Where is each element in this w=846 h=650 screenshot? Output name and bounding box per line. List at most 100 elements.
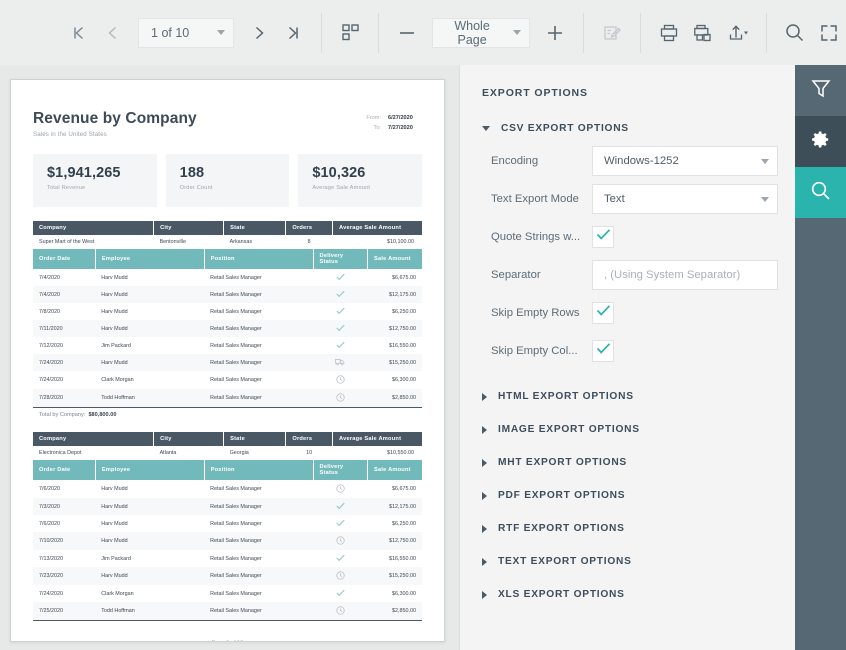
kpi-label: Order Count: [179, 185, 213, 191]
encoding-select[interactable]: Windows-1252: [592, 146, 778, 176]
print-page-button[interactable]: [686, 15, 720, 51]
delivered-check-icon: [336, 554, 345, 564]
kpi-label: Average Sale Amount: [312, 185, 371, 191]
side-tool-rail: [795, 65, 846, 650]
export-group-label: MHT EXPORT OPTIONS: [498, 457, 627, 468]
pending-clock-icon: [336, 374, 345, 386]
cell-order-date: 7/12/2020: [39, 342, 63, 349]
cell-order-date: 7/13/2020: [39, 555, 63, 562]
zoom-level-selector[interactable]: Whole Page: [432, 17, 531, 48]
search-panel-button[interactable]: [795, 167, 846, 218]
last-page-icon: [284, 24, 302, 42]
print-button[interactable]: [652, 15, 686, 51]
column-header: Orders: [285, 221, 333, 235]
table-row: 7/11/2020 Harv Mudd Retail Sales Manager $1…: [33, 320, 422, 337]
cell-sale-amount: $6,300.00: [392, 590, 416, 597]
cell-employee: Harv Mudd: [95, 498, 205, 515]
toolbar-divider: [640, 12, 642, 53]
zoom-out-button[interactable]: [390, 15, 424, 51]
previous-page-button[interactable]: [96, 15, 130, 51]
collapsed-export-group-header[interactable]: HTML EXPORT OPTIONS: [460, 380, 795, 413]
fullscreen-button[interactable]: [812, 15, 846, 51]
report-subtitle: Sales in the United States: [33, 131, 107, 138]
report-group-list: Company City State Orders Average Sale Amoun…: [33, 221, 422, 621]
separator-input[interactable]: , (Using System Separator): [592, 260, 778, 290]
collapsed-export-group-header[interactable]: IMAGE EXPORT OPTIONS: [460, 413, 795, 446]
encoding-value: Windows-1252: [604, 155, 679, 167]
column-header: State: [223, 221, 287, 235]
cell-employee: Harv Mudd: [95, 567, 205, 585]
fullscreen-icon: [819, 23, 839, 43]
zoom-in-button[interactable]: [538, 15, 572, 51]
collapsed-export-group-header[interactable]: RTF EXPORT OPTIONS: [460, 512, 795, 545]
cell-order-date: 7/4/2020: [39, 274, 60, 281]
cell-position: Retail Sales Manager: [210, 590, 262, 597]
export-options-panel: EXPORT OPTIONS CSV EXPORT OPTIONS Encodi…: [460, 65, 795, 650]
collapsed-export-group-header[interactable]: TEXT EXPORT OPTIONS: [460, 545, 795, 578]
cell-employee: Harv Mudd: [101, 520, 128, 527]
skip-empty-rows-checkbox[interactable]: [592, 302, 614, 324]
table-header-row: Order Date Employee Position Delivery Statu…: [33, 249, 422, 269]
separator-row: Separator , (Using System Separator): [460, 256, 795, 294]
cell-delivery-status: [313, 269, 367, 286]
column-header: Delivery Status: [313, 249, 369, 269]
cell-position: Retail Sales Manager: [204, 532, 314, 550]
collapsed-export-group-header[interactable]: MHT EXPORT OPTIONS: [460, 446, 795, 479]
group-total: Total by Company: $80,800.00: [39, 412, 117, 418]
table-row: 7/8/2020 Harv Mudd Retail Sales Manager $6,…: [33, 303, 422, 320]
report-date-range: From: 6/27/2020 To: 7/27/2020: [366, 110, 422, 133]
filter-panel-button[interactable]: [795, 65, 846, 116]
kpi-value: $10,326: [312, 165, 366, 181]
cell-delivery-status: [313, 532, 368, 550]
page-number-selector[interactable]: 1 of 10: [138, 17, 235, 48]
cell-delivery-status: [313, 515, 367, 532]
cell-sale-amount: $15,250.00: [367, 567, 422, 585]
quote-strings-checkbox[interactable]: [592, 226, 614, 248]
export-group-label: IMAGE EXPORT OPTIONS: [498, 424, 640, 435]
next-page-button[interactable]: [242, 15, 276, 51]
text-export-mode-value: Text: [604, 193, 625, 205]
table-row: Electronica Depot Atlanta Georgia 10 $10,550…: [33, 446, 422, 460]
cell-sale-amount: $16,550.00: [389, 555, 416, 562]
export-button[interactable]: [720, 15, 754, 51]
cell-sale-amount: $12,750.00: [367, 320, 422, 337]
settings-panel-button[interactable]: [795, 116, 846, 167]
cell-employee: Harv Mudd: [101, 486, 128, 492]
multipage-view-button[interactable]: [333, 15, 367, 51]
column-header: Employee: [95, 460, 205, 480]
table-row: Super Mart of the West Bentonville Arkansa…: [33, 235, 422, 249]
cell-employee: Harv Mudd: [95, 320, 205, 337]
check-icon: [596, 304, 611, 322]
text-export-mode-label: Text Export Mode: [491, 193, 579, 205]
document-scroll-area[interactable]: Revenue by Company Sales in the United S…: [0, 65, 460, 650]
cell-order-date: 7/6/2020: [39, 486, 60, 492]
kpi-value: 188: [179, 165, 205, 181]
toolbar-divider: [582, 12, 584, 53]
text-export-mode-select[interactable]: Text: [592, 184, 778, 214]
toolbar-divider: [321, 12, 323, 53]
filter-icon: [810, 77, 832, 104]
cell-order-date: 7/11/2020: [33, 320, 96, 337]
cell-employee: Jim Packard: [101, 342, 131, 349]
cell-delivery-status: [313, 585, 367, 602]
cell-sale-amount: $12,175.00: [367, 498, 422, 515]
last-page-button[interactable]: [276, 15, 310, 51]
delivered-check-icon: [336, 519, 345, 529]
collapsed-export-group-header[interactable]: PDF EXPORT OPTIONS: [460, 479, 795, 512]
edit-document-button[interactable]: [595, 15, 629, 51]
csv-export-options-header[interactable]: CSV EXPORT OPTIONS: [460, 115, 795, 142]
delivered-check-icon: [336, 589, 345, 599]
cell-employee: Harv Mudd: [101, 274, 128, 281]
cell-delivery-status: [313, 480, 367, 498]
collapsed-export-group-header[interactable]: XLS EXPORT OPTIONS: [460, 578, 795, 611]
column-header: Average Sale Amount: [332, 221, 422, 235]
skip-empty-columns-checkbox[interactable]: [592, 340, 614, 362]
search-button[interactable]: [778, 15, 812, 51]
search-icon: [784, 22, 805, 43]
cell-employee: Harv Mudd: [101, 308, 128, 315]
kpi-value: $1,941,265: [47, 165, 121, 181]
first-page-button[interactable]: [62, 15, 96, 51]
export-options-title: EXPORT OPTIONS: [482, 87, 588, 99]
table-row: 7/23/2020 Harv Mudd Retail Sales Manager $1…: [33, 567, 422, 585]
cell-company: Electronica Depot: [33, 446, 154, 460]
